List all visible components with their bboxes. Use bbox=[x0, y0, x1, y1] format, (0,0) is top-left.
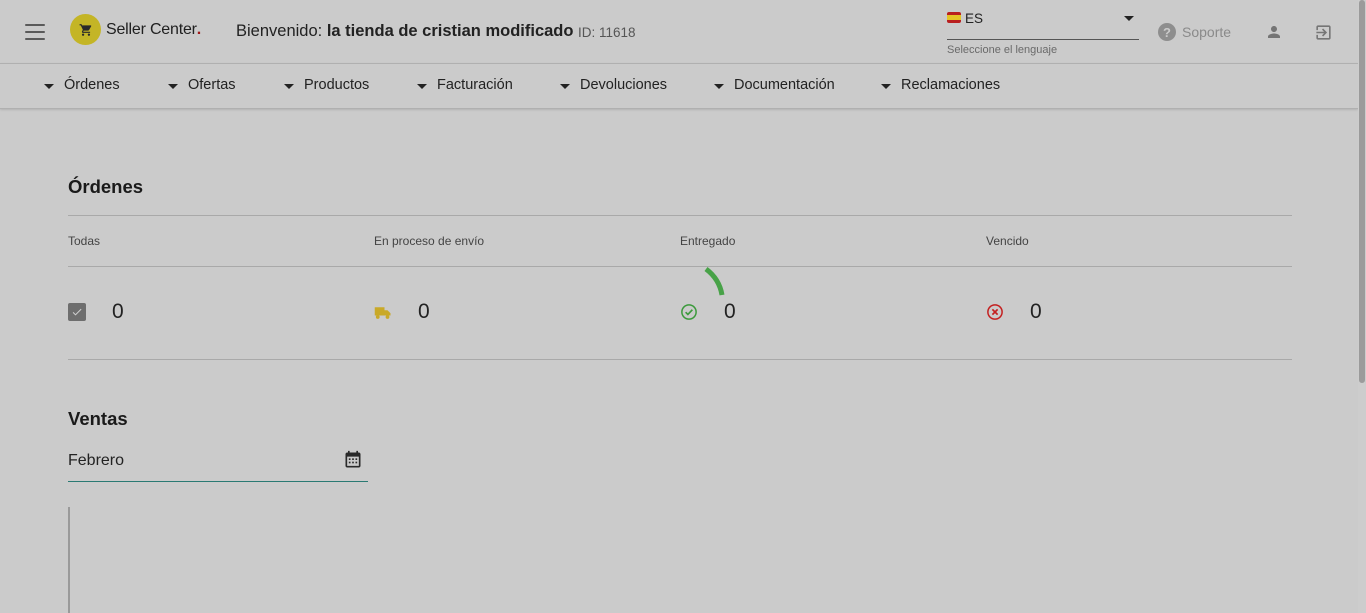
col-head-vencido: Vencido bbox=[986, 234, 1029, 248]
nav-label: Productos bbox=[304, 77, 370, 93]
store-id: ID: 11618 bbox=[578, 25, 636, 40]
stat-value: 0 bbox=[1030, 300, 1042, 323]
divider bbox=[68, 266, 1292, 267]
nav-item-facturacion[interactable]: Facturación bbox=[417, 77, 513, 93]
nav-label: Devoluciones bbox=[580, 77, 668, 93]
nav-item-documentacion[interactable]: Documentación bbox=[714, 77, 835, 93]
logo-text: Seller Center. bbox=[106, 20, 202, 38]
scrollbar-thumb[interactable] bbox=[1359, 0, 1365, 383]
checkbox-icon bbox=[68, 303, 86, 321]
user-icon[interactable] bbox=[1265, 23, 1283, 41]
stat-vencido[interactable]: 0 bbox=[986, 300, 1042, 324]
divider bbox=[68, 359, 1292, 360]
top-header: Seller Center. Bienvenido: la tienda de … bbox=[0, 0, 1366, 63]
language-value: ES bbox=[965, 11, 984, 26]
caret-down-icon bbox=[417, 83, 427, 89]
support-label: Soporte bbox=[1182, 24, 1232, 40]
language-select[interactable]: ES bbox=[947, 8, 1139, 40]
loading-spinner-icon bbox=[704, 267, 725, 296]
welcome-message: Bienvenido: la tienda de cristian modifi… bbox=[236, 22, 573, 41]
help-icon: ? bbox=[1158, 23, 1176, 41]
caret-down-icon bbox=[168, 83, 178, 89]
caret-down-icon bbox=[44, 83, 54, 89]
nav-label: Documentación bbox=[734, 77, 835, 93]
nav-item-reclamaciones[interactable]: Reclamaciones bbox=[881, 77, 1000, 93]
caret-down-icon bbox=[560, 83, 570, 89]
col-head-entregado: Entregado bbox=[680, 234, 736, 248]
stat-value: 0 bbox=[418, 300, 430, 323]
month-picker[interactable]: Febrero bbox=[68, 446, 368, 482]
month-value: Febrero bbox=[68, 452, 125, 469]
stat-value: 0 bbox=[724, 300, 736, 323]
spain-flag-icon bbox=[947, 12, 961, 23]
sales-title: Ventas bbox=[68, 408, 128, 429]
caret-down-icon bbox=[1124, 16, 1134, 21]
caret-down-icon bbox=[284, 83, 294, 89]
language-hint: Seleccione el lenguaje bbox=[947, 44, 1058, 56]
seller-center-logo[interactable]: Seller Center. bbox=[70, 14, 201, 45]
nav-item-ordenes[interactable]: Órdenes bbox=[44, 77, 120, 93]
stat-en-proceso[interactable]: 0 bbox=[374, 300, 430, 324]
logout-icon[interactable] bbox=[1314, 23, 1333, 42]
orders-title: Órdenes bbox=[68, 176, 144, 197]
nav-label: Reclamaciones bbox=[901, 77, 1001, 93]
check-circle-icon bbox=[681, 304, 697, 320]
cart-icon bbox=[70, 14, 101, 45]
menu-icon[interactable] bbox=[25, 24, 45, 40]
welcome-prefix: Bienvenido: bbox=[236, 22, 323, 40]
divider bbox=[68, 215, 1292, 216]
stat-value: 0 bbox=[112, 300, 124, 323]
stat-entregado[interactable]: 0 bbox=[680, 300, 736, 324]
nav-item-ofertas[interactable]: Ofertas bbox=[168, 77, 236, 93]
store-name: la tienda de cristian modificado bbox=[326, 22, 574, 40]
col-head-en-proceso: En proceso de envío bbox=[374, 234, 485, 248]
stat-todas[interactable]: 0 bbox=[68, 300, 124, 324]
cancel-circle-icon bbox=[987, 304, 1003, 320]
main-nav: Órdenes Ofertas Productos Facturación De… bbox=[0, 63, 1358, 109]
chart-axis bbox=[68, 507, 70, 613]
nav-item-devoluciones[interactable]: Devoluciones bbox=[560, 77, 667, 93]
caret-down-icon bbox=[881, 83, 891, 89]
support-button[interactable]: ? Soporte bbox=[1158, 23, 1231, 41]
nav-label: Órdenes bbox=[64, 77, 120, 93]
nav-label: Ofertas bbox=[188, 77, 236, 93]
calendar-icon[interactable] bbox=[343, 449, 363, 471]
nav-label: Facturación bbox=[437, 77, 513, 93]
caret-down-icon bbox=[714, 83, 724, 89]
nav-item-productos[interactable]: Productos bbox=[284, 77, 369, 93]
col-head-todas: Todas bbox=[68, 234, 101, 248]
scrollbar[interactable] bbox=[1358, 0, 1366, 613]
truck-icon bbox=[374, 306, 391, 319]
